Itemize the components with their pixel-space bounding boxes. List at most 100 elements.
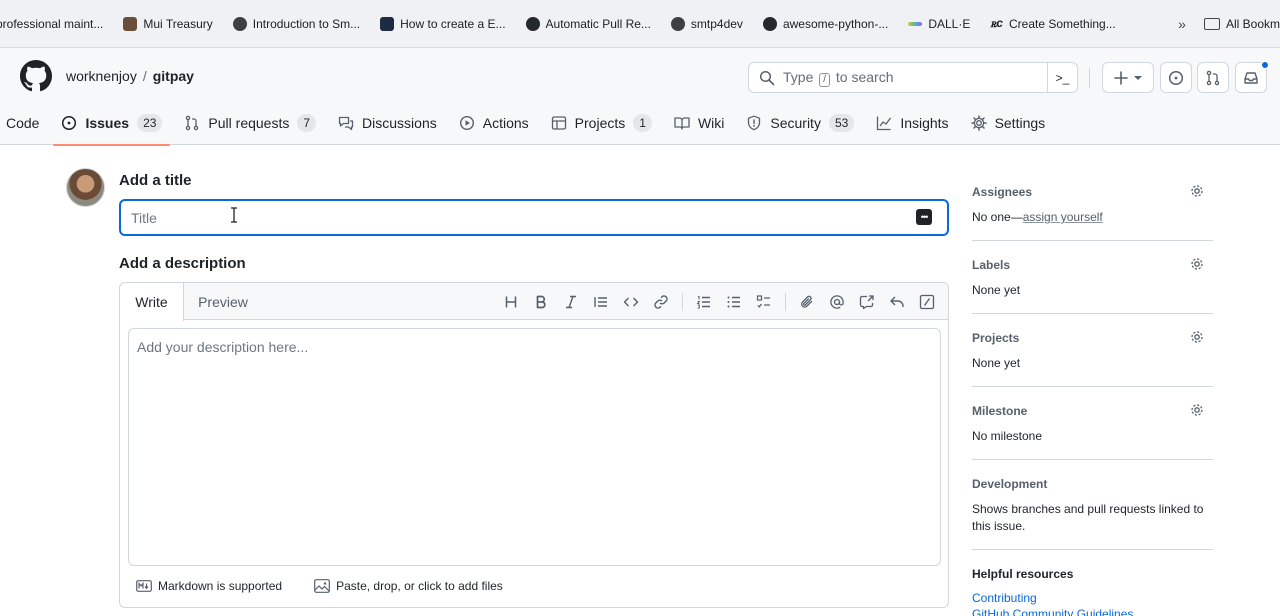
sidebar-divider xyxy=(972,240,1213,241)
description-textarea[interactable] xyxy=(128,328,941,566)
link-button[interactable] xyxy=(646,287,676,317)
bookmark-item[interactable]: Automatic Pull Re... xyxy=(525,16,651,31)
link-icon xyxy=(654,294,668,309)
community-guidelines-link[interactable]: GitHub Community Guidelines xyxy=(972,606,1213,616)
gear-icon[interactable] xyxy=(1189,329,1205,345)
repo-name-link[interactable]: gitpay xyxy=(153,68,194,84)
tab-issues[interactable]: Issues 23 xyxy=(53,101,171,146)
assignees-value: No one—assign yourself xyxy=(972,209,1213,226)
numbered-list-button[interactable] xyxy=(689,287,719,317)
toolbar-divider xyxy=(682,292,683,311)
bookmark-label: professional maint... xyxy=(0,16,104,31)
tab-write[interactable]: Write xyxy=(120,283,184,321)
gear-icon[interactable] xyxy=(1189,256,1205,272)
inbox-icon xyxy=(1244,71,1258,84)
description-heading: Add a description xyxy=(119,255,246,272)
markdown-toolbar xyxy=(496,283,942,320)
bookmark-item[interactable]: DALL·E xyxy=(908,17,970,31)
task-list-icon xyxy=(756,294,770,308)
quote-icon xyxy=(594,296,607,307)
quote-button[interactable] xyxy=(586,287,616,317)
attach-files-link[interactable]: Paste, drop, or click to add files xyxy=(314,579,503,593)
tab-wiki[interactable]: Wiki xyxy=(666,101,732,145)
tab-projects[interactable]: Projects 1 xyxy=(543,101,660,145)
inbox-button[interactable] xyxy=(1235,61,1269,93)
tab-label: Issues xyxy=(85,115,130,131)
slash-command-icon xyxy=(919,294,935,309)
assignees-title: Assignees xyxy=(972,185,1033,199)
bookmark-item[interactable]: ꭱc Create Something... xyxy=(990,16,1115,31)
projects-value: None yet xyxy=(972,356,1021,370)
bookmark-item[interactable]: Introduction to Sm... xyxy=(232,16,360,31)
markdown-help-link[interactable]: Markdown is supported xyxy=(136,579,282,593)
create-new-button[interactable] xyxy=(1102,62,1154,93)
avatar xyxy=(66,168,105,207)
all-bookmarks-button[interactable]: All Bookm xyxy=(1203,17,1280,31)
tab-pull-requests[interactable]: Pull requests 7 xyxy=(176,101,324,145)
pull-requests-button[interactable] xyxy=(1197,62,1229,93)
bookmark-label: Create Something... xyxy=(1008,16,1116,31)
assign-yourself-link[interactable]: assign yourself xyxy=(1023,210,1103,224)
code-button[interactable] xyxy=(616,287,646,317)
gear-icon[interactable] xyxy=(1189,183,1205,199)
mention-button[interactable] xyxy=(822,287,852,317)
bookmark-label: How to create a E... xyxy=(400,16,506,31)
reply-button[interactable] xyxy=(882,287,912,317)
mention-icon xyxy=(830,294,844,309)
plus-dropdown-icon xyxy=(1114,70,1142,85)
heading-button[interactable] xyxy=(496,287,526,317)
sidebar-projects: Projects None yet xyxy=(972,331,1213,372)
attach-button[interactable] xyxy=(792,287,822,317)
slash-commands-button[interactable] xyxy=(912,287,942,317)
repo-header: worknenjoy / gitpay Type / to search >_ … xyxy=(0,48,1280,146)
pull-request-icon xyxy=(186,115,199,131)
tab-preview[interactable]: Preview xyxy=(188,283,258,321)
gear-icon[interactable] xyxy=(1189,402,1205,418)
password-manager-icon[interactable]: ••• xyxy=(916,209,932,225)
italic-icon xyxy=(566,295,576,308)
tab-settings[interactable]: Settings xyxy=(963,101,1054,145)
bold-button[interactable] xyxy=(526,287,556,317)
helpful-links: Contributing GitHub Community Guidelines xyxy=(972,590,1213,616)
projects-title: Projects xyxy=(972,331,1020,345)
task-list-button[interactable] xyxy=(749,287,779,317)
image-icon xyxy=(314,579,330,593)
repo-owner-link[interactable]: worknenjoy xyxy=(66,68,137,84)
tab-security[interactable]: Security 53 xyxy=(738,101,862,145)
bookmark-item[interactable]: smtp4dev xyxy=(670,16,743,31)
tab-label: Discussions xyxy=(362,115,437,131)
search-input[interactable]: Type / to search >_ xyxy=(748,62,1078,93)
github-logo-icon[interactable] xyxy=(20,60,52,92)
discussion-icon xyxy=(338,116,354,131)
italic-button[interactable] xyxy=(556,287,586,317)
markdown-icon xyxy=(136,580,152,592)
command-palette-icon[interactable]: >_ xyxy=(1047,63,1077,92)
tab-code[interactable]: Code xyxy=(0,101,47,145)
bookmark-label: Automatic Pull Re... xyxy=(545,16,651,31)
editor-header: Write Preview xyxy=(120,283,948,321)
bookmark-item[interactable]: Mui Treasury xyxy=(123,16,213,31)
contributing-link[interactable]: Contributing xyxy=(972,590,1213,606)
more-bookmarks-icon[interactable]: » xyxy=(1178,16,1186,32)
bookmark-item[interactable]: professional maint... xyxy=(0,17,103,31)
bookmark-label: awesome-python-... xyxy=(782,16,889,31)
dalle-favicon-icon xyxy=(908,21,923,26)
bookmark-favicon-icon xyxy=(232,16,247,31)
header-divider xyxy=(1089,68,1090,88)
sidebar-divider xyxy=(972,386,1213,387)
bullet-list-button[interactable] xyxy=(719,287,749,317)
title-input[interactable] xyxy=(119,199,949,236)
unordered-list-icon xyxy=(727,296,740,307)
development-value: Shows branches and pull requests linked … xyxy=(972,502,1204,533)
search-placeholder-suffix: to search xyxy=(835,68,894,85)
issues-button[interactable] xyxy=(1160,62,1192,93)
bookmark-item[interactable]: awesome-python-... xyxy=(762,16,889,31)
bookmark-item[interactable]: How to create a E... xyxy=(380,16,506,31)
reference-button[interactable] xyxy=(852,287,882,317)
tab-counter: 7 xyxy=(297,114,317,132)
toolbar-divider xyxy=(785,292,786,311)
tab-insights[interactable]: Insights xyxy=(868,101,956,145)
tab-actions[interactable]: Actions xyxy=(451,101,537,145)
tab-discussions[interactable]: Discussions xyxy=(330,101,445,145)
shield-icon xyxy=(748,115,761,131)
